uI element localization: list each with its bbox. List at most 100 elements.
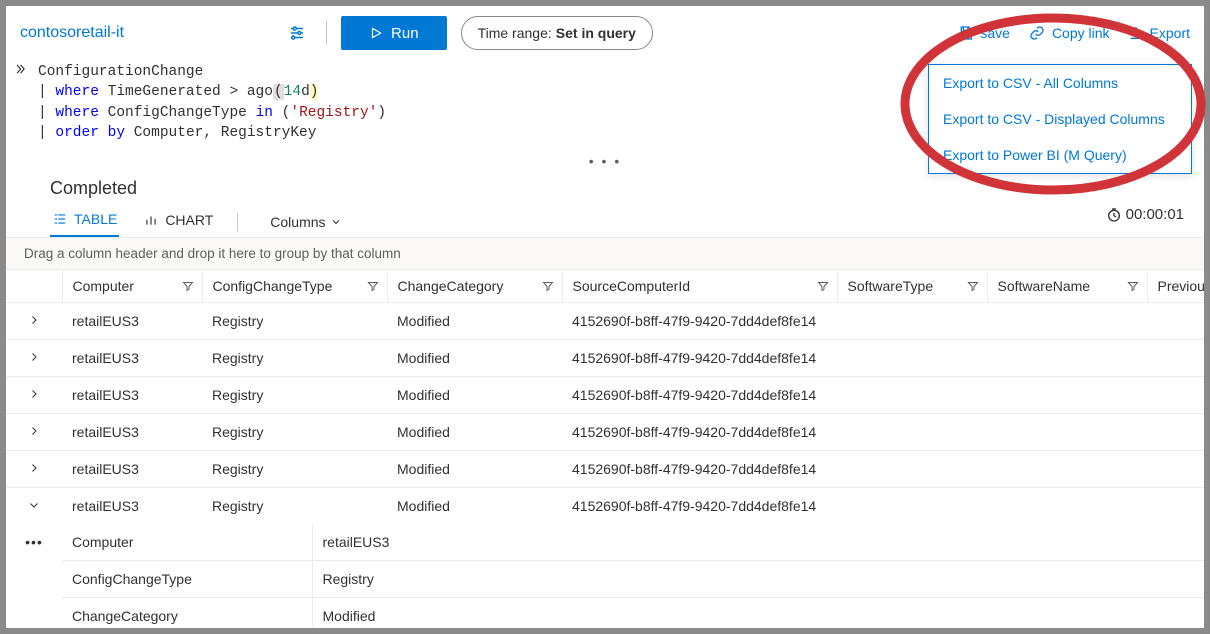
tab-chart[interactable]: CHART (141, 208, 215, 236)
chevron-right-icon (28, 462, 40, 474)
col-header[interactable]: ConfigChangeType (202, 270, 387, 303)
table-row[interactable]: retailEUS3RegistryModified4152690f-b8ff-… (6, 414, 1204, 451)
time-range-picker[interactable]: Time range: Set in query (461, 16, 653, 50)
cell-softwaretype (837, 340, 987, 377)
cell-sourcecomputerid: 4152690f-b8ff-47f9-9420-7dd4def8fe14 (562, 451, 837, 488)
toolbar-divider (326, 21, 327, 45)
cell-previous (1147, 488, 1204, 525)
row-expander[interactable] (6, 303, 62, 340)
copy-link-label: Copy link (1052, 25, 1110, 41)
group-drop-zone[interactable]: Drag a column header and drop it here to… (6, 238, 1204, 270)
table-row[interactable]: retailEUS3RegistryModified4152690f-b8ff-… (6, 451, 1204, 488)
col-header[interactable]: SoftwareType (837, 270, 987, 303)
chevron-right-icon (28, 351, 40, 363)
chevron-down-icon (330, 216, 342, 228)
detail-value: retailEUS3 (312, 524, 1204, 561)
tab-table[interactable]: TABLE (50, 207, 119, 237)
cell-changecategory: Modified (387, 377, 562, 414)
export-menu-item[interactable]: Export to CSV - All Columns (929, 65, 1191, 101)
cell-previous (1147, 340, 1204, 377)
time-range-prefix: Time range: (478, 25, 552, 41)
table-row[interactable]: retailEUS3RegistryModified4152690f-b8ff-… (6, 303, 1204, 340)
export-label: Export (1150, 25, 1190, 41)
table-row[interactable]: retailEUS3RegistryModified4152690f-b8ff-… (6, 377, 1204, 414)
cell-changecategory: Modified (387, 340, 562, 377)
col-expander (6, 270, 62, 303)
export-icon (1128, 25, 1144, 41)
col-header[interactable]: ChangeCategory (387, 270, 562, 303)
cell-previous (1147, 303, 1204, 340)
detail-value: Registry (312, 561, 1204, 598)
col-header[interactable]: Computer (62, 270, 202, 303)
expand-sidebar-icon[interactable] (13, 62, 27, 76)
cell-computer: retailEUS3 (62, 303, 202, 340)
filter-icon[interactable] (367, 280, 379, 292)
filter-icon[interactable] (967, 280, 979, 292)
cell-softwarename (987, 340, 1147, 377)
cell-computer: retailEUS3 (62, 340, 202, 377)
cell-configchangetype: Registry (202, 340, 387, 377)
row-expander[interactable] (6, 340, 62, 377)
cell-sourcecomputerid: 4152690f-b8ff-47f9-9420-7dd4def8fe14 (562, 377, 837, 414)
row-expander[interactable] (6, 451, 62, 488)
copy-link-button[interactable]: Copy link (1028, 25, 1110, 41)
cell-softwarename (987, 303, 1147, 340)
export-menu: Export to CSV - All Columns Export to CS… (928, 64, 1192, 174)
columns-dropdown[interactable]: Columns (270, 214, 341, 230)
row-actions-icon[interactable]: ••• (6, 524, 62, 628)
cell-computer: retailEUS3 (62, 414, 202, 451)
query-editor[interactable]: ConfigurationChange | where TimeGenerate… (34, 56, 390, 153)
cell-softwarename (987, 451, 1147, 488)
settings-sliders-icon[interactable] (282, 18, 312, 48)
save-icon (958, 25, 974, 41)
save-button[interactable]: save (958, 25, 1010, 41)
cell-configchangetype: Registry (202, 451, 387, 488)
cell-computer: retailEUS3 (62, 488, 202, 525)
row-expander[interactable] (6, 414, 62, 451)
save-label: save (980, 25, 1010, 41)
row-expander[interactable] (6, 488, 62, 525)
workspace-link[interactable]: contosoretail-it (20, 24, 124, 42)
col-header[interactable]: SoftwareName (987, 270, 1147, 303)
filter-icon[interactable] (542, 280, 554, 292)
filter-icon[interactable] (182, 280, 194, 292)
chevron-right-icon (28, 388, 40, 400)
cell-changecategory: Modified (387, 451, 562, 488)
detail-label: ChangeCategory (62, 598, 312, 628)
filter-icon[interactable] (817, 280, 829, 292)
cell-softwarename (987, 488, 1147, 525)
cell-changecategory: Modified (387, 488, 562, 525)
chevron-right-icon (28, 425, 40, 437)
cell-sourcecomputerid: 4152690f-b8ff-47f9-9420-7dd4def8fe14 (562, 414, 837, 451)
table-row[interactable]: retailEUS3RegistryModified4152690f-b8ff-… (6, 488, 1204, 525)
cell-softwaretype (837, 488, 987, 525)
export-menu-item[interactable]: Export to Power BI (M Query) (929, 137, 1191, 173)
run-label: Run (391, 25, 419, 42)
cell-computer: retailEUS3 (62, 451, 202, 488)
cell-previous (1147, 377, 1204, 414)
link-icon (1028, 25, 1046, 41)
detail-label: ConfigChangeType (62, 561, 312, 598)
cell-softwaretype (837, 451, 987, 488)
cell-sourcecomputerid: 4152690f-b8ff-47f9-9420-7dd4def8fe14 (562, 488, 837, 525)
detail-label: Computer (62, 524, 312, 561)
run-button[interactable]: Run (341, 16, 447, 50)
table-row[interactable]: retailEUS3RegistryModified4152690f-b8ff-… (6, 340, 1204, 377)
filter-icon[interactable] (1127, 280, 1139, 292)
export-button[interactable]: Export (1128, 25, 1190, 41)
detail-value: Modified (312, 598, 1204, 628)
chart-icon (143, 213, 159, 227)
cell-softwarename (987, 377, 1147, 414)
cell-softwaretype (837, 414, 987, 451)
col-header[interactable]: Previou (1147, 270, 1204, 303)
table-icon (52, 212, 68, 226)
cell-configchangetype: Registry (202, 414, 387, 451)
col-header[interactable]: SourceComputerId (562, 270, 837, 303)
query-timer: 00:00:01 (1106, 206, 1184, 223)
export-menu-item[interactable]: Export to CSV - Displayed Columns (929, 101, 1191, 137)
query-status: Completed (6, 172, 1204, 201)
play-icon (369, 26, 383, 40)
row-expander[interactable] (6, 377, 62, 414)
cell-previous (1147, 414, 1204, 451)
toolbar: contosoretail-it Run Time range: Set in … (6, 6, 1204, 56)
